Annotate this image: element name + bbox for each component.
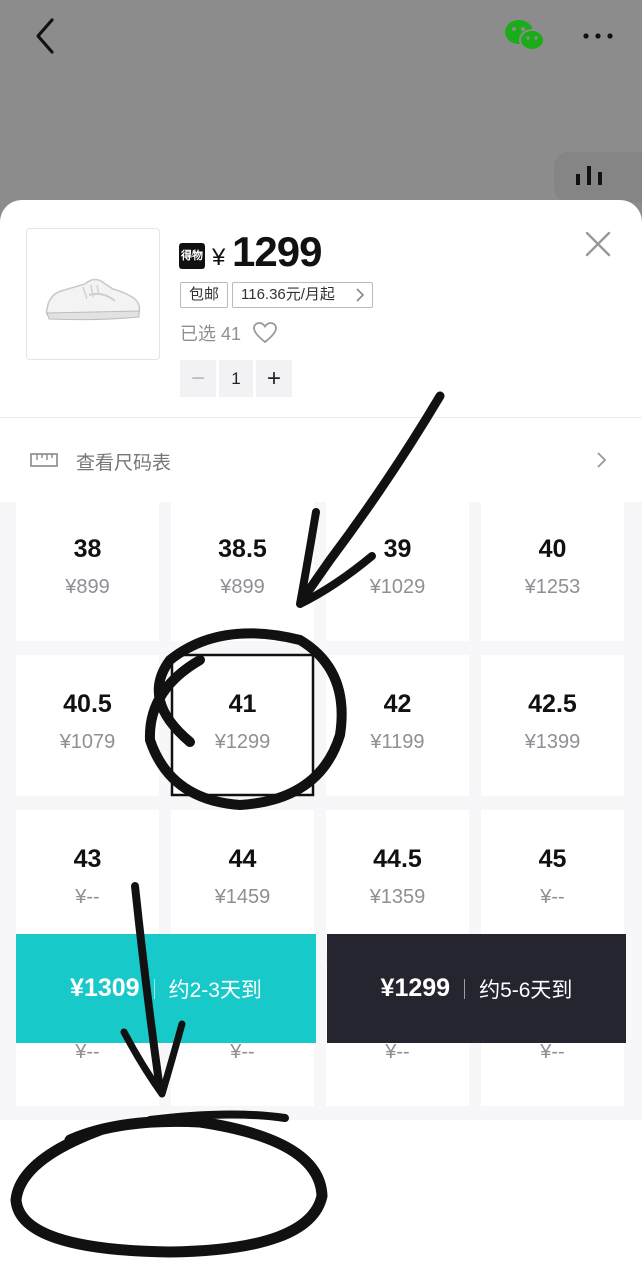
size-price: ¥1199 (370, 731, 425, 753)
close-icon (585, 231, 611, 257)
size-option-45[interactable]: 45 ¥-- (481, 810, 624, 951)
favorite-button[interactable] (252, 321, 278, 345)
size-price: ¥1029 (369, 576, 426, 598)
size-price: ¥-- (385, 1041, 410, 1063)
brand-logo: 得物 (179, 243, 205, 269)
size-price: ¥1399 (524, 731, 581, 753)
size-price: ¥1253 (524, 576, 581, 598)
size-price: ¥-- (75, 1041, 100, 1063)
fast-eta: 约2-3天到 (168, 978, 262, 1002)
size-price: ¥-- (540, 1041, 565, 1063)
size-label: 39 (383, 535, 412, 563)
more-button[interactable] (578, 18, 618, 54)
decrease-button[interactable]: − (180, 360, 216, 397)
size-label: 42 (383, 690, 412, 718)
size-price: ¥1359 (369, 886, 426, 908)
size-label: 38 (73, 535, 102, 563)
size-price: ¥899 (65, 576, 110, 598)
product-thumbnail (26, 228, 160, 360)
wechat-icon (505, 20, 545, 51)
size-option-40[interactable]: 40 ¥1253 (481, 500, 624, 641)
standard-eta: 约5-6天到 (479, 978, 573, 1002)
top-bar (0, 0, 642, 220)
wechat-share-button[interactable] (503, 16, 547, 56)
free-shipping-tag: 包邮 (180, 282, 229, 308)
size-price: ¥-- (75, 886, 100, 908)
size-price: ¥1299 (214, 731, 271, 753)
size-label: 45 (538, 845, 567, 873)
size-option-38-5[interactable]: 38.5 ¥899 (171, 500, 314, 641)
currency-symbol: ¥ (212, 244, 226, 271)
buy-standard-delivery-button[interactable]: ¥1299 约5-6天到 (327, 934, 626, 1043)
installment-label: 116.36元/月起 (241, 286, 335, 303)
size-option-40-5[interactable]: 40.5 ¥1079 (16, 655, 159, 796)
size-label: 42.5 (528, 690, 577, 718)
sneaker-image (45, 278, 141, 321)
product-price: 1299 (232, 228, 322, 275)
size-price: ¥1459 (214, 886, 271, 908)
back-button[interactable] (28, 14, 68, 58)
size-label: 40.5 (63, 690, 112, 718)
separator (464, 978, 466, 999)
size-option-44-5[interactable]: 44.5 ¥1359 (326, 810, 469, 951)
quantity-stepper: − 1 + (180, 360, 292, 397)
size-option-38[interactable]: 38 ¥899 (16, 500, 159, 641)
size-option-42[interactable]: 42 ¥1199 (326, 655, 469, 796)
bar-chart-icon (576, 166, 602, 185)
size-option-43[interactable]: 43 ¥-- (16, 810, 159, 951)
ruler-icon (30, 453, 58, 467)
size-chart-label: 查看尺码表 (76, 453, 172, 474)
heart-icon (253, 322, 277, 344)
buy-fast-delivery-button[interactable]: ¥1309 约2-3天到 (16, 934, 316, 1043)
increase-button[interactable]: + (256, 360, 292, 397)
size-price: ¥-- (540, 886, 565, 908)
size-option-41[interactable]: 41 ¥1299 (171, 655, 314, 796)
selected-size-label: 已选 41 (180, 324, 242, 344)
footer (0, 1120, 642, 1280)
size-label: 41 (228, 690, 257, 718)
size-price: ¥899 (220, 576, 265, 598)
quantity-value: 1 (219, 360, 253, 397)
size-label: 38.5 (218, 535, 267, 563)
size-label: 44.5 (373, 845, 422, 873)
size-label: 44 (228, 845, 257, 873)
price-trend-button[interactable] (554, 152, 642, 202)
size-price: ¥-- (230, 1041, 255, 1063)
size-option-42-5[interactable]: 42.5 ¥1399 (481, 655, 624, 796)
chevron-right-icon (597, 452, 607, 468)
close-button[interactable] (578, 224, 618, 264)
size-label: 40 (538, 535, 567, 563)
size-label: 43 (73, 845, 102, 873)
size-price: ¥1079 (59, 731, 116, 753)
separator (153, 978, 155, 999)
chevron-left-icon (36, 18, 54, 54)
size-selection-sheet: 得物 ¥ 1299 包邮 116.36元/月起 已选 41 − 1 + 查看尺码… (0, 200, 642, 1280)
size-option-39[interactable]: 39 ¥1029 (326, 500, 469, 641)
chevron-right-icon (356, 288, 365, 302)
installment-tag[interactable]: 116.36元/月起 (232, 282, 373, 308)
size-chart-row[interactable]: 查看尺码表 (0, 418, 642, 502)
fast-price: ¥1309 (70, 974, 140, 1002)
standard-price: ¥1299 (380, 974, 451, 1002)
more-dots-icon (583, 33, 613, 39)
size-option-44[interactable]: 44 ¥1459 (171, 810, 314, 951)
